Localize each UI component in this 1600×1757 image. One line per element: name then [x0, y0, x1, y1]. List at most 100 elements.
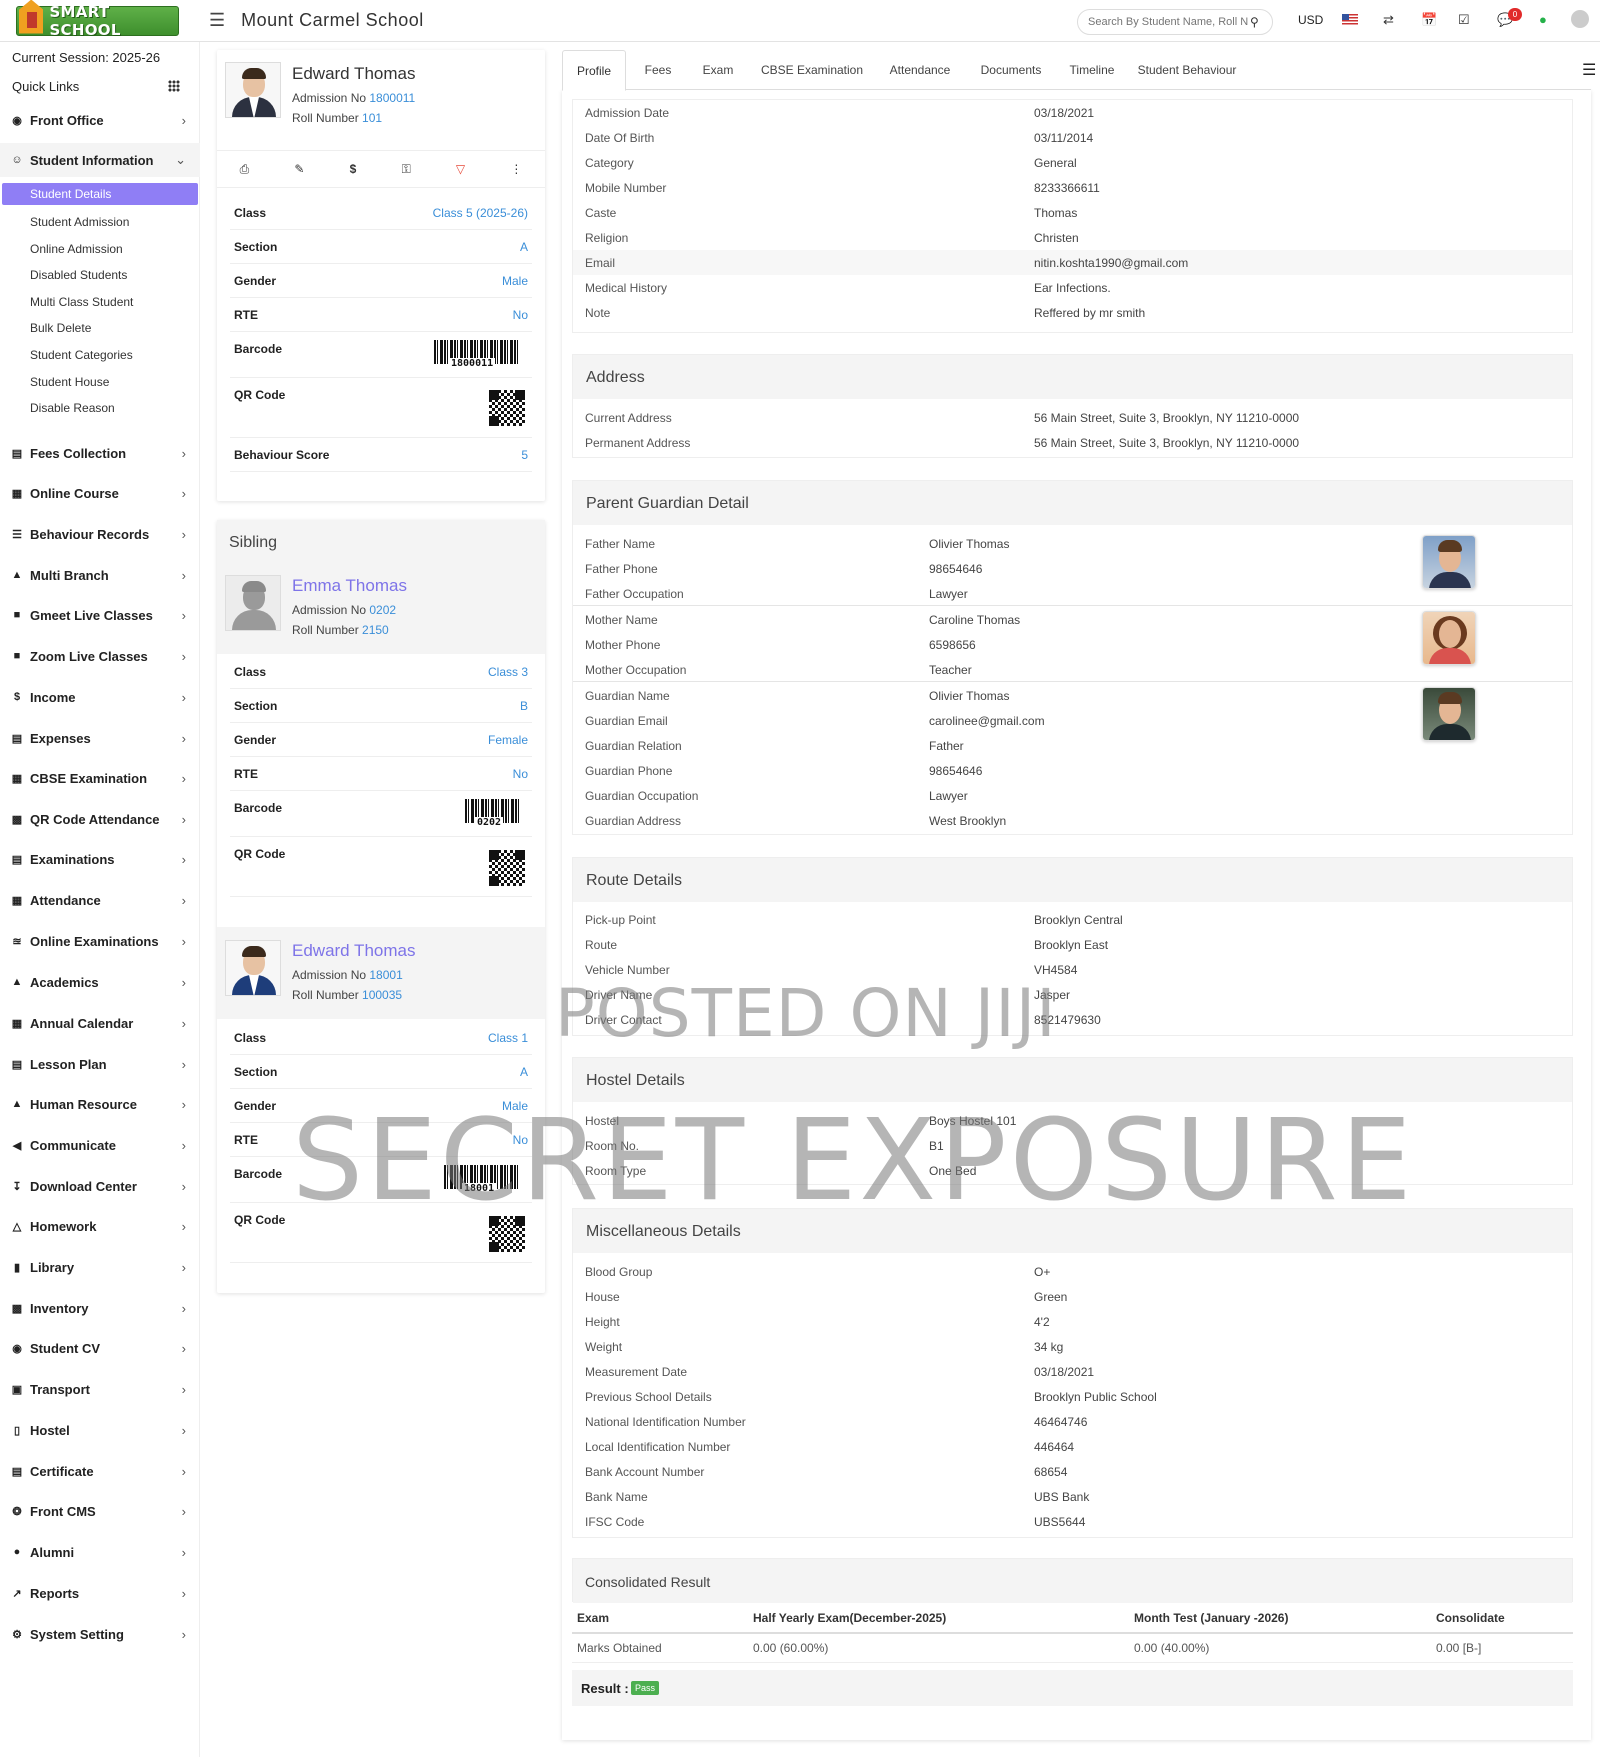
menu-attendance[interactable]: ▦ Attendance › [0, 883, 200, 917]
menu-system-setting[interactable]: ⚙ System Setting › [0, 1617, 200, 1651]
row-label: Class [234, 665, 267, 679]
quick-links[interactable]: Quick Links [12, 79, 79, 94]
course-icon: ▦ [11, 487, 23, 500]
info-label: Guardian Email [585, 714, 668, 728]
menu-download-center[interactable]: ↧ Download Center › [0, 1169, 200, 1203]
student-search-input[interactable] [1088, 16, 1248, 28]
menu-homework[interactable]: △ Homework › [0, 1209, 200, 1243]
menu-reports[interactable]: ↗ Reports › [0, 1576, 200, 1610]
misc-details-section: Miscellaneous Details Blood Group O+ Hous… [572, 1208, 1573, 1538]
task-check-icon[interactable]: ☑ [1458, 12, 1470, 28]
currency-selector[interactable]: USD [1298, 13, 1323, 27]
menu-communicate[interactable]: ◀ Communicate › [0, 1128, 200, 1162]
submenu-student-admission[interactable]: Student Admission [30, 215, 129, 229]
menu-qr-code-attendance[interactable]: ▩ QR Code Attendance › [0, 802, 200, 836]
switch-arrows-icon[interactable]: ⇄ [1383, 12, 1394, 28]
row-value[interactable]: Class 3 [488, 665, 528, 679]
whatsapp-icon[interactable]: ● [1539, 12, 1547, 27]
menu-front-cms[interactable]: ❂ Front CMS › [0, 1494, 200, 1528]
submenu-student-categories[interactable]: Student Categories [30, 348, 133, 362]
menu-fees-collection[interactable]: ▤ Fees Collection › [0, 436, 200, 470]
menu-online-course[interactable]: ▦ Online Course › [0, 476, 200, 510]
user-avatar[interactable] [1571, 10, 1589, 28]
dollar-icon[interactable]: $ [350, 162, 357, 176]
school-title: Mount Carmel School [241, 10, 424, 30]
menu-label: Inventory [30, 1300, 89, 1316]
submenu-online-admission[interactable]: Online Admission [30, 242, 123, 256]
thumbs-down-icon[interactable]: ▽ [456, 162, 465, 176]
menu-alumni[interactable]: ● Alumni › [0, 1535, 200, 1569]
row-value[interactable]: Class 1 [488, 1031, 528, 1045]
row-value[interactable]: 5 [521, 448, 528, 462]
tab-documents[interactable]: Documents [968, 50, 1054, 90]
edit-pencil-icon[interactable]: ✎ [294, 162, 304, 176]
menu-income[interactable]: $ Income › [0, 680, 200, 714]
row-value[interactable]: Male [502, 274, 528, 288]
tab-student-behaviour[interactable]: Student Behaviour [1130, 50, 1244, 90]
tab-profile[interactable]: Profile [562, 50, 626, 91]
menu-online-examinations[interactable]: ≊ Online Examinations › [0, 924, 200, 958]
menu-examinations[interactable]: ▤ Examinations › [0, 842, 200, 876]
menu-annual-calendar[interactable]: ▦ Annual Calendar › [0, 1006, 200, 1040]
hostel-heading: Hostel Details [573, 1058, 1572, 1102]
submenu-disabled-students[interactable]: Disabled Students [30, 268, 127, 282]
search-icon[interactable]: ⚲ [1250, 15, 1259, 29]
row-value[interactable]: Male [502, 1099, 528, 1113]
submenu-multi-class-student[interactable]: Multi Class Student [30, 295, 133, 309]
row-value[interactable]: No [513, 767, 528, 781]
tab-cbse-examination[interactable]: CBSE Examination [752, 50, 872, 90]
menu-student-information[interactable]: ☺ Student Information ⌄ [0, 143, 200, 177]
grid-icon[interactable] [168, 80, 180, 92]
menu-inventory[interactable]: ▩ Inventory › [0, 1291, 200, 1325]
us-flag-icon[interactable] [1342, 14, 1358, 25]
menu-front-office[interactable]: ◉ Front Office › [0, 103, 200, 137]
menu-certificate[interactable]: ▤ Certificate › [0, 1454, 200, 1488]
front-office-icon: ◉ [12, 114, 22, 127]
rss-icon: ≊ [12, 935, 22, 948]
tab-fees[interactable]: Fees [632, 50, 684, 90]
more-vertical-icon[interactable]: ⋮ [510, 162, 522, 176]
app-logo[interactable]: SMART SCHOOL [16, 0, 179, 39]
submenu-disable-reason[interactable]: Disable Reason [30, 401, 115, 415]
row-value[interactable]: No [513, 1133, 528, 1147]
menu-hostel[interactable]: ▯ Hostel › [0, 1413, 200, 1447]
menu-expenses[interactable]: ▤ Expenses › [0, 721, 200, 755]
row-value[interactable]: Female [488, 733, 528, 747]
sibling-1-section: Section B [230, 689, 532, 723]
print-icon[interactable]: ⎙ [240, 162, 250, 177]
menu-toggle-icon[interactable]: ☰ [209, 10, 225, 31]
menu-student-cv[interactable]: ◉ Student CV › [0, 1331, 200, 1365]
row-value[interactable]: A [520, 1065, 528, 1079]
submenu-student-house[interactable]: Student House [30, 375, 109, 389]
calendar-check-icon: ▦ [11, 894, 23, 907]
sibling-1-gender: Gender Female [230, 723, 532, 757]
sibling-1-name[interactable]: Emma Thomas [292, 576, 407, 596]
row-value[interactable]: A [520, 240, 528, 254]
menu-human-resource[interactable]: ▲ Human Resource › [0, 1087, 200, 1121]
calendar-icon[interactable]: 📅 [1421, 12, 1437, 28]
tab-menu-icon[interactable]: ☰ [1582, 60, 1596, 80]
menu-gmeet-live-classes[interactable]: ■ Gmeet Live Classes › [0, 598, 200, 632]
key-icon[interactable]: ⚿ [402, 162, 411, 177]
menu-library[interactable]: ▮ Library › [0, 1250, 200, 1284]
tab-timeline[interactable]: Timeline [1060, 50, 1124, 90]
row-value[interactable]: No [513, 308, 528, 322]
submenu-student-details[interactable]: Student Details [2, 183, 198, 205]
sibling-2-name[interactable]: Edward Thomas [292, 941, 415, 961]
student-search[interactable]: ⚲ [1077, 9, 1273, 35]
tab-exam[interactable]: Exam [690, 50, 746, 90]
menu-behaviour-records[interactable]: ☰ Behaviour Records › [0, 517, 200, 551]
menu-academics[interactable]: ▲ Academics › [0, 965, 200, 999]
menu-lesson-plan[interactable]: ▤ Lesson Plan › [0, 1047, 200, 1081]
row-value[interactable]: B [520, 699, 528, 713]
menu-transport[interactable]: ▣ Transport › [0, 1372, 200, 1406]
row-value[interactable]: Class 5 (2025-26) [433, 206, 528, 220]
info-label: Father Occupation [585, 587, 684, 601]
submenu-bulk-delete[interactable]: Bulk Delete [30, 321, 91, 335]
menu-cbse-examination[interactable]: ▦ CBSE Examination › [0, 761, 200, 795]
tab-attendance[interactable]: Attendance [878, 50, 962, 90]
menu-multi-branch[interactable]: ▲ Multi Branch › [0, 558, 200, 592]
table-cell: 0.00 (60.00%) [748, 1633, 1129, 1663]
menu-zoom-live-classes[interactable]: ■ Zoom Live Classes › [0, 639, 200, 673]
current-session[interactable]: Current Session: 2025-26 [12, 50, 160, 65]
